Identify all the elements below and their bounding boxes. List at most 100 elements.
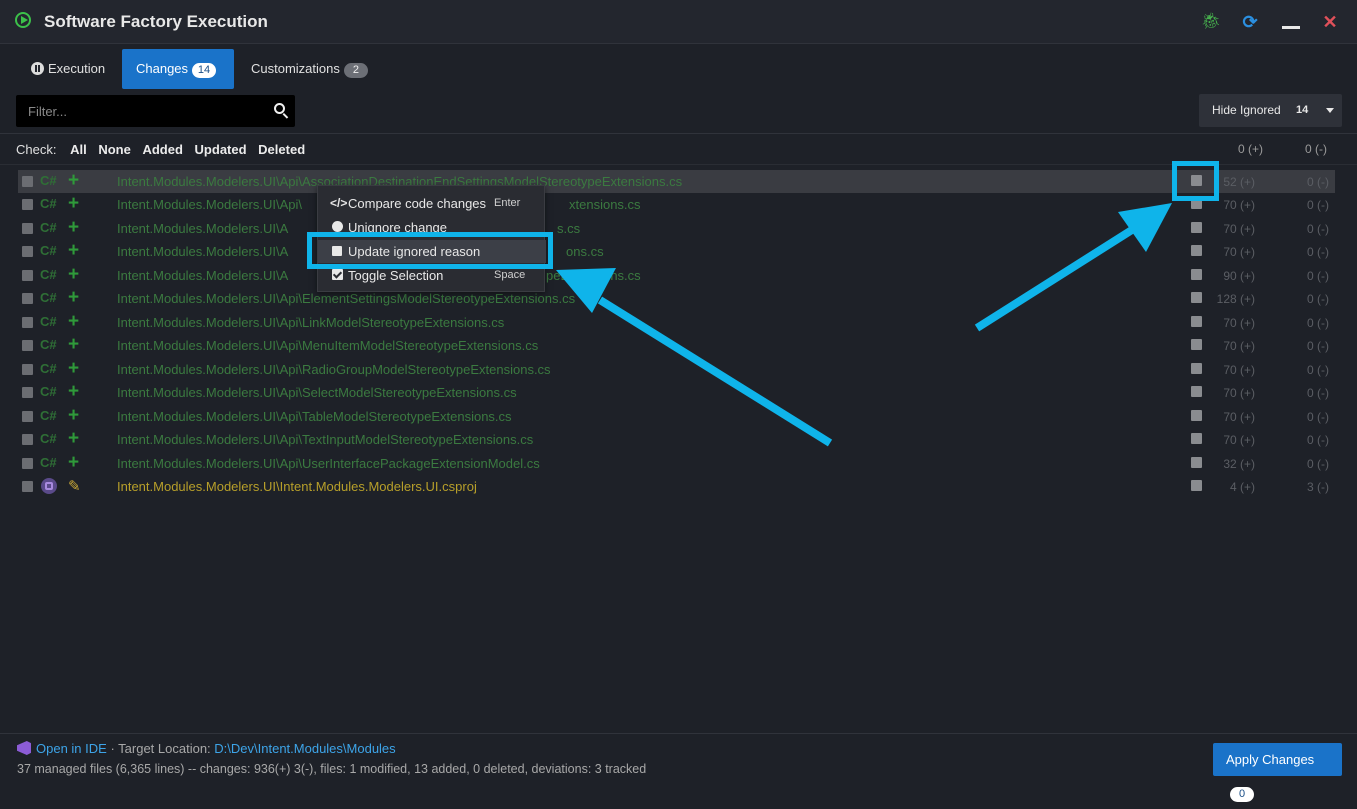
file-row[interactable]: C# + Intent.Modules.Modelers.UI\Api\Tabl…	[18, 405, 1335, 428]
apply-changes-button[interactable]: Apply Changes 0	[1213, 743, 1342, 802]
added-icon: +	[68, 311, 80, 332]
lines-added: 70 (+)	[1223, 198, 1255, 212]
check-updated-link[interactable]: Updated	[195, 142, 247, 157]
lines-added: 128 (+)	[1216, 292, 1255, 306]
refresh-icon[interactable]: ⟳	[1240, 12, 1260, 32]
check-deleted-link[interactable]: Deleted	[258, 142, 305, 157]
csproj-icon	[41, 478, 57, 494]
pencil-icon: ✎	[68, 478, 81, 495]
lines-added: 70 (+)	[1223, 363, 1255, 377]
file-row[interactable]: C# + Intent.Modules.Modelers.UI\Api\Menu…	[18, 334, 1335, 357]
file-row[interactable]: C# + Intent.Modules.Modelers.UI\Api\Asso…	[18, 170, 1335, 193]
csharp-icon: C#	[40, 196, 57, 211]
row-checkbox[interactable]	[22, 293, 33, 304]
csharp-icon: C#	[40, 361, 57, 376]
row-checkbox[interactable]	[22, 270, 33, 281]
file-row[interactable]: C# + Intent.Modules.Modelers.UI\Api\Elem…	[18, 287, 1335, 310]
close-icon[interactable]: ✕	[1320, 12, 1340, 32]
divider	[0, 164, 1357, 165]
csharp-icon: C#	[40, 408, 57, 423]
ignored-count: 14	[1296, 104, 1309, 116]
check-added-link[interactable]: Added	[142, 142, 182, 157]
file-row[interactable]: ✎ Intent.Modules.Modelers.UI\Intent.Modu…	[18, 475, 1335, 498]
file-row[interactable]: C# + Intent.Modules.Modelers.UI\A s.cs 7…	[18, 217, 1335, 240]
lines-added: 70 (+)	[1223, 386, 1255, 400]
file-row[interactable]: C# + Intent.Modules.Modelers.UI\Api\Sele…	[18, 381, 1335, 404]
row-checkbox[interactable]	[22, 458, 33, 469]
note-icon[interactable]	[1191, 292, 1202, 303]
title-bar: Software Factory Execution 🐞︎ ⟳ ✕	[0, 0, 1357, 44]
lines-deleted: 0 (-)	[1307, 292, 1329, 306]
file-row[interactable]: C# + Intent.Modules.Modelers.UI\Api\Text…	[18, 428, 1335, 451]
added-icon: +	[68, 287, 80, 308]
row-checkbox[interactable]	[22, 176, 33, 187]
tab-customizations[interactable]: Customizations 2	[237, 49, 377, 89]
customizations-count-badge: 2	[343, 63, 368, 78]
tab-changes[interactable]: Changes 14	[122, 49, 234, 89]
note-icon[interactable]	[1191, 480, 1202, 491]
lines-added: 70 (+)	[1223, 245, 1255, 259]
play-logo-icon	[15, 12, 31, 28]
file-path-suffix: peExtensions.cs	[546, 268, 641, 283]
row-checkbox[interactable]	[22, 199, 33, 210]
note-icon[interactable]	[1191, 222, 1202, 233]
file-path-suffix: s.cs	[557, 221, 581, 236]
lines-deleted: 0 (-)	[1307, 222, 1329, 236]
filter-box	[16, 95, 295, 127]
file-row[interactable]: C# + Intent.Modules.Modelers.UI\Api\Radi…	[18, 358, 1335, 381]
note-icon[interactable]	[1191, 339, 1202, 350]
row-checkbox[interactable]	[22, 481, 33, 492]
file-row[interactable]: C# + Intent.Modules.Modelers.UI\Api\User…	[18, 452, 1335, 475]
note-icon[interactable]	[1191, 457, 1202, 468]
file-row[interactable]: C# + Intent.Modules.Modelers.UI\A peExte…	[18, 264, 1335, 287]
search-icon[interactable]	[274, 103, 285, 114]
file-row[interactable]: C# + Intent.Modules.Modelers.UI\A ons.cs…	[18, 240, 1335, 263]
added-icon: +	[68, 240, 80, 261]
file-path: Intent.Modules.Modelers.UI\Api\LinkModel…	[117, 315, 505, 330]
file-path-suffix: ons.cs	[566, 244, 604, 259]
note-icon[interactable]	[1191, 386, 1202, 397]
lines-added: 70 (+)	[1223, 316, 1255, 330]
file-row[interactable]: C# + Intent.Modules.Modelers.UI\Api\ xte…	[18, 193, 1335, 216]
check-none-link[interactable]: None	[98, 142, 131, 157]
row-checkbox[interactable]	[22, 340, 33, 351]
target-path-link[interactable]: D:\Dev\Intent.Modules\Modules	[214, 741, 395, 756]
tab-execution[interactable]: Execution	[17, 49, 122, 89]
bug-icon[interactable]: 🐞︎	[1201, 12, 1221, 32]
check-all-link[interactable]: All	[70, 142, 87, 157]
note-icon[interactable]	[1191, 363, 1202, 374]
file-path: Intent.Modules.Modelers.UI\Api\UserInter…	[117, 456, 540, 471]
lines-deleted: 3 (-)	[1307, 480, 1329, 494]
row-checkbox[interactable]	[22, 246, 33, 257]
added-icon: +	[68, 217, 80, 238]
footer-location: Open in IDE · Target Location: D:\Dev\In…	[17, 741, 396, 756]
file-path: Intent.Modules.Modelers.UI\Api\MenuItemM…	[117, 338, 539, 353]
added-icon: +	[68, 334, 80, 355]
open-in-ide-link[interactable]: Open in IDE	[36, 741, 107, 756]
lines-deleted: 0 (-)	[1307, 245, 1329, 259]
file-path: Intent.Modules.Modelers.UI\A	[117, 244, 289, 259]
row-checkbox[interactable]	[22, 411, 33, 422]
target-location-label: · Target Location:	[110, 741, 211, 756]
lines-added: 70 (+)	[1223, 222, 1255, 236]
note-icon[interactable]	[1191, 433, 1202, 444]
lines-deleted: 0 (-)	[1307, 410, 1329, 424]
row-checkbox[interactable]	[22, 223, 33, 234]
row-checkbox[interactable]	[22, 434, 33, 445]
file-row[interactable]: C# + Intent.Modules.Modelers.UI\Api\Link…	[18, 311, 1335, 334]
row-checkbox[interactable]	[22, 387, 33, 398]
menu-item-compare[interactable]: </> Compare code changes Enter	[318, 192, 546, 215]
footer-stats: 37 managed files (6,365 lines) -- change…	[17, 762, 647, 776]
row-checkbox[interactable]	[22, 317, 33, 328]
added-icon: +	[68, 405, 80, 426]
note-icon[interactable]	[1191, 245, 1202, 256]
note-icon[interactable]	[1191, 316, 1202, 327]
note-icon[interactable]	[1191, 410, 1202, 421]
filter-input[interactable]	[16, 95, 261, 127]
row-checkbox[interactable]	[22, 364, 33, 375]
menu-item-shortcut: Enter	[494, 197, 521, 209]
note-icon[interactable]	[1191, 269, 1202, 280]
minimize-icon[interactable]	[1281, 12, 1301, 32]
file-path: Intent.Modules.Modelers.UI\Intent.Module…	[117, 479, 477, 494]
hide-ignored-dropdown[interactable]: Hide Ignored 14	[1199, 94, 1342, 127]
